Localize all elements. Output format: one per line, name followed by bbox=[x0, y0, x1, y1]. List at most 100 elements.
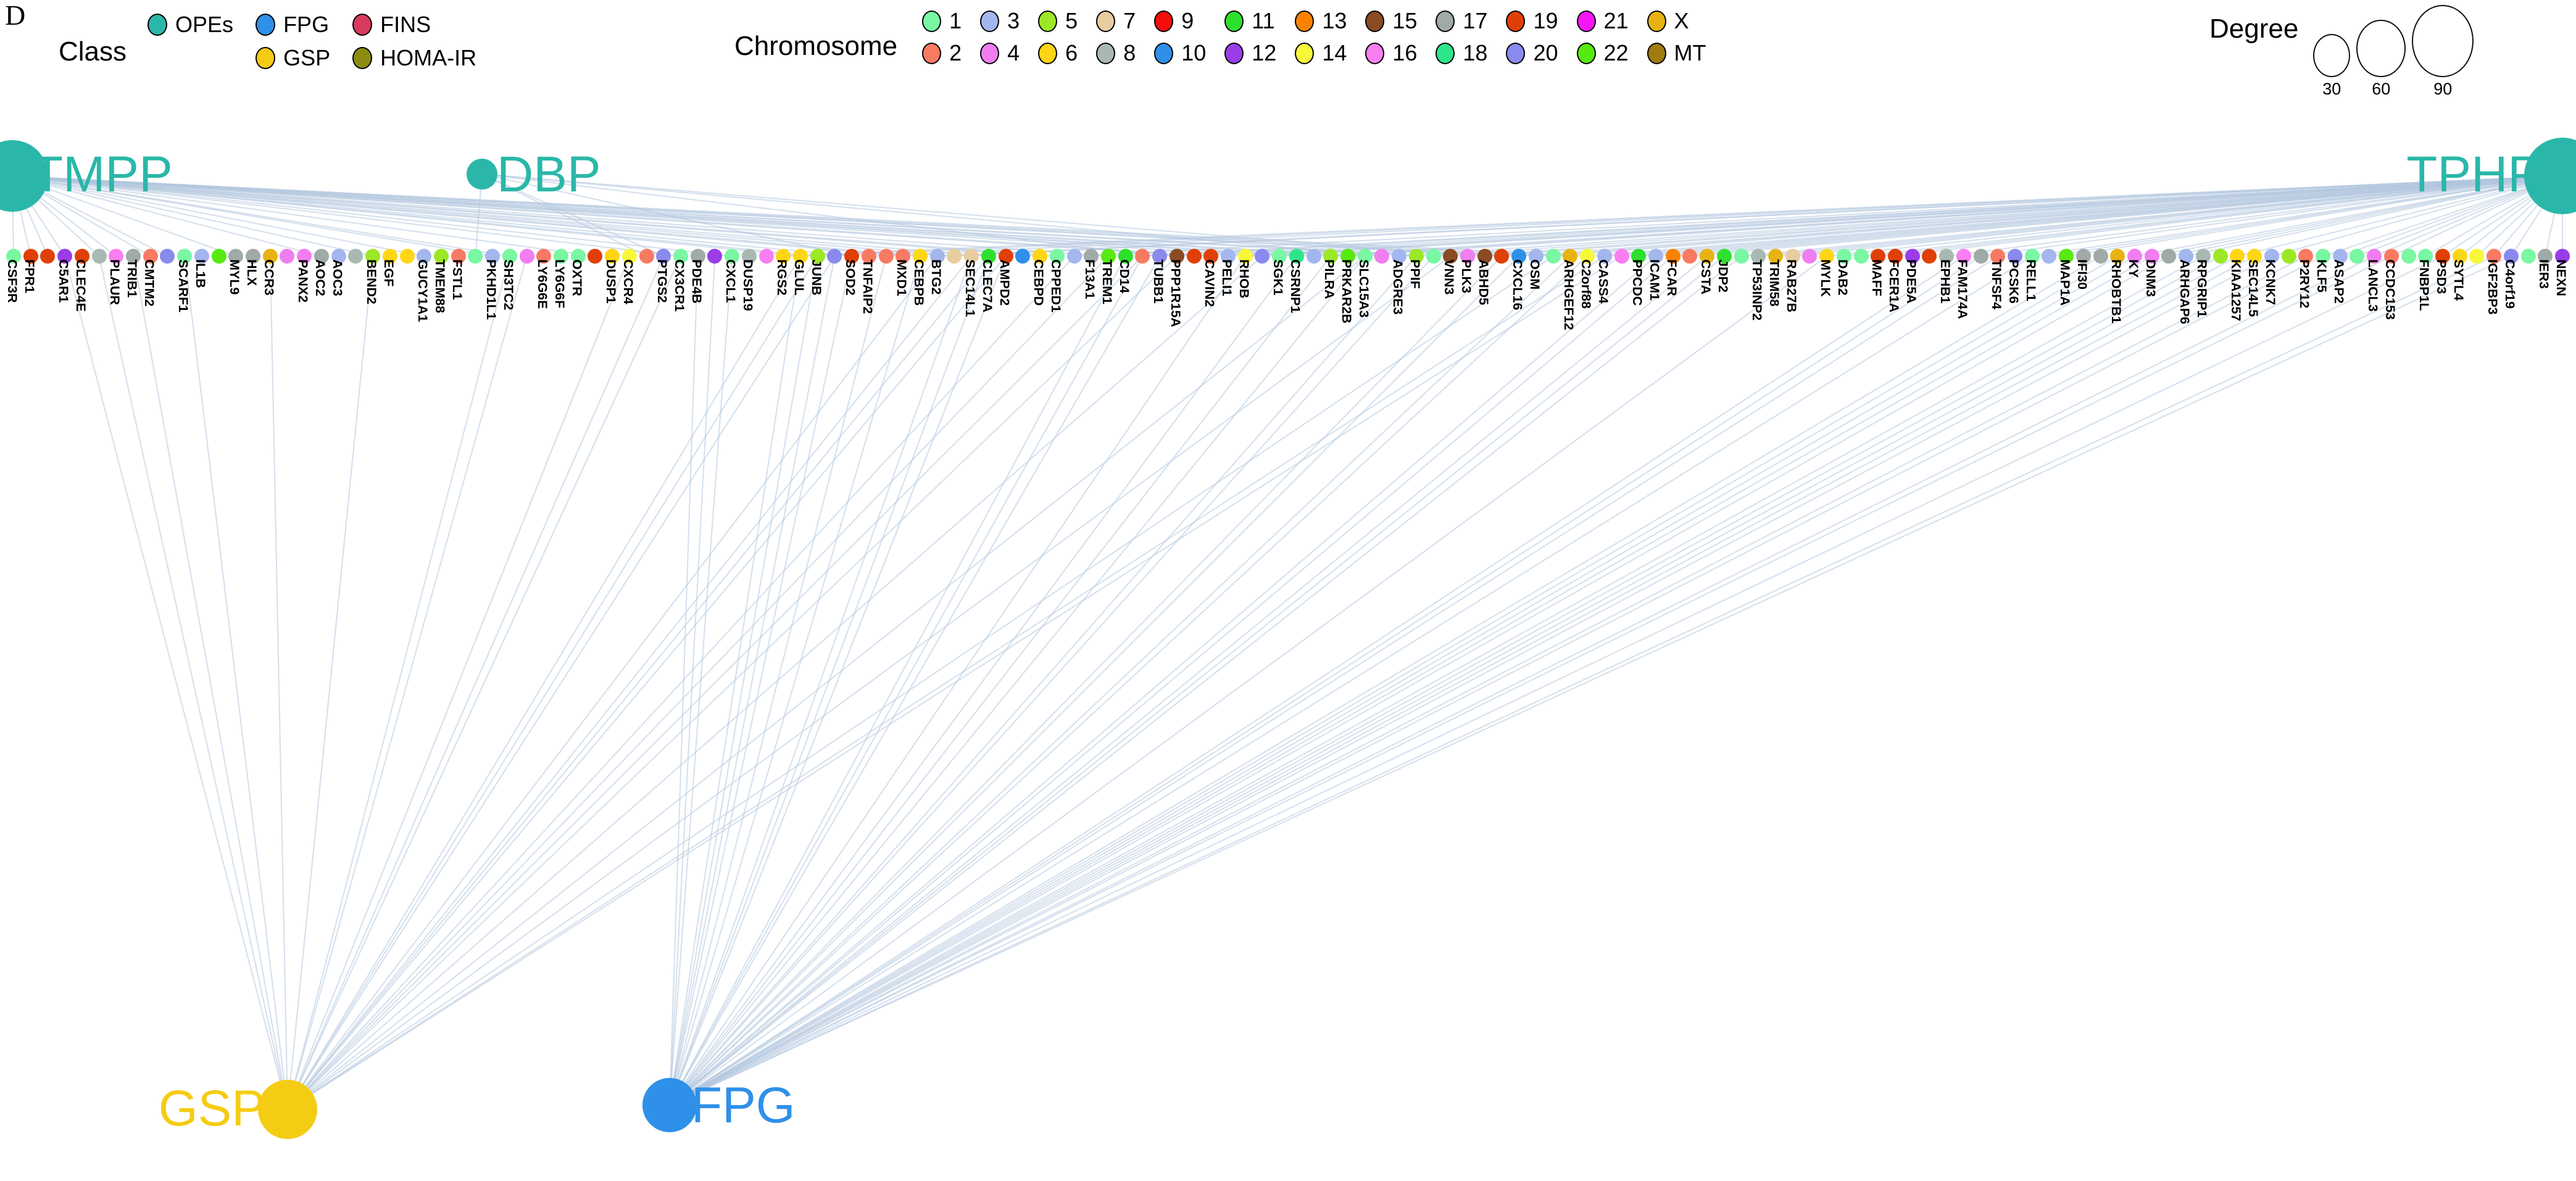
gene-node[interactable] bbox=[1802, 249, 1818, 264]
chromosome-legend-label: MT bbox=[1674, 40, 1706, 65]
gene-node[interactable] bbox=[947, 249, 962, 264]
gene-node[interactable] bbox=[1734, 249, 1749, 264]
gene-node[interactable] bbox=[519, 249, 534, 264]
class-swatch-fpg bbox=[256, 14, 276, 36]
chromosome-legend-item-4: 4 bbox=[980, 40, 1020, 66]
chromosome-legend-item-21: 21 bbox=[1576, 8, 1629, 34]
gene-node[interactable] bbox=[2350, 249, 2365, 264]
gene-label: C4orf19 bbox=[2502, 259, 2517, 309]
gene-label: CMTM2 bbox=[141, 259, 157, 307]
gene-node[interactable] bbox=[878, 249, 894, 264]
hub-node-fpg[interactable] bbox=[642, 1078, 697, 1132]
gene-node[interactable] bbox=[160, 249, 175, 264]
chromosome-legend-item-5: 5 bbox=[1038, 8, 1078, 34]
gene-node[interactable] bbox=[399, 249, 415, 264]
gene-label: IL1B bbox=[193, 259, 208, 288]
gene-node[interactable] bbox=[1922, 249, 1937, 264]
gene-node[interactable] bbox=[639, 249, 654, 264]
gene-node[interactable] bbox=[2093, 249, 2108, 264]
chromosome-swatch-10 bbox=[1154, 42, 1174, 64]
chromosome-swatch-MT bbox=[1647, 42, 1666, 64]
chromosome-legend-item-MT: MT bbox=[1647, 40, 1706, 66]
gene-node[interactable] bbox=[1682, 249, 1698, 264]
gene-node[interactable] bbox=[758, 249, 774, 264]
gene-node[interactable] bbox=[2042, 249, 2057, 264]
gene-node[interactable] bbox=[827, 249, 842, 264]
gene-label: OSM bbox=[1527, 259, 1542, 290]
hub-label-tmpp: TMPP bbox=[32, 146, 173, 202]
chromosome-legend-label: 7 bbox=[1123, 8, 1136, 33]
gene-label: RELL1 bbox=[2023, 259, 2038, 302]
chromosome-legend-label: 20 bbox=[1533, 40, 1558, 65]
gene-node[interactable] bbox=[1186, 249, 1202, 264]
gene-node[interactable] bbox=[2281, 249, 2296, 264]
gene-label: CSF3R bbox=[5, 259, 20, 303]
gene-node[interactable] bbox=[1545, 249, 1561, 264]
chromosome-legend-item-X: X bbox=[1647, 8, 1706, 34]
chromosome-legend-label: 11 bbox=[1252, 8, 1275, 33]
gene-label: CLEC7A bbox=[979, 259, 995, 313]
chromosome-legend-label: 10 bbox=[1181, 40, 1207, 65]
gene-node[interactable] bbox=[707, 249, 723, 264]
gene-label: PANX2 bbox=[296, 259, 311, 303]
gene-node[interactable] bbox=[2469, 249, 2485, 264]
gene-node[interactable] bbox=[468, 249, 483, 264]
gene-label: RAB27B bbox=[1784, 259, 1799, 313]
class-legend-label: GSP bbox=[283, 45, 331, 70]
gene-label: JUNB bbox=[808, 259, 824, 296]
gene-label: DAB2 bbox=[1835, 259, 1850, 296]
gene-node[interactable] bbox=[1973, 249, 1988, 264]
chromosome-swatch-17 bbox=[1435, 10, 1455, 32]
gene-node[interactable] bbox=[348, 249, 364, 264]
gene-node[interactable] bbox=[1494, 249, 1510, 264]
chromosome-legend-items: 1 2 3 4 5 6 7 8 9 10 11 12 13 14 15 16 17 18 19 20 21 22 X MT bbox=[922, 7, 1706, 67]
class-legend-items: OPEs FPG FINS GSP HOMA-IR bbox=[147, 11, 476, 72]
class-swatch-gsp bbox=[256, 47, 276, 69]
gene-label: PELI1 bbox=[1219, 259, 1234, 296]
class-legend-label: FPG bbox=[283, 12, 330, 37]
gene-node[interactable] bbox=[2520, 249, 2536, 264]
gene-node[interactable] bbox=[1255, 249, 1270, 264]
chromosome-swatch-21 bbox=[1576, 10, 1596, 32]
gene-label: IFI30 bbox=[2074, 259, 2090, 290]
gene-label: TRIB1 bbox=[125, 259, 140, 298]
gene-node[interactable] bbox=[1015, 249, 1031, 264]
gene-node[interactable] bbox=[1426, 249, 1441, 264]
chromosome-legend-label: 9 bbox=[1181, 8, 1194, 33]
chromosome-legend-title: Chromosome bbox=[734, 31, 898, 61]
gene-node[interactable] bbox=[588, 249, 603, 264]
chromosome-swatch-2 bbox=[922, 42, 942, 64]
gene-node[interactable] bbox=[1374, 249, 1390, 264]
gene-label: ASAP2 bbox=[2331, 259, 2346, 304]
gene-node[interactable] bbox=[2161, 249, 2177, 264]
gene-label: FPR1 bbox=[22, 259, 37, 293]
gene-label: CPPED1 bbox=[1048, 259, 1063, 313]
gene-label: ARHGAP6 bbox=[2177, 259, 2193, 325]
gene-label: MYLK bbox=[1818, 259, 1834, 297]
gene-label: TP53INP2 bbox=[1750, 259, 1765, 321]
chromosome-legend-item-14: 14 bbox=[1295, 40, 1347, 66]
hub-node-dbp[interactable] bbox=[467, 159, 497, 190]
gene-node[interactable] bbox=[1306, 249, 1321, 264]
chromosome-swatch-9 bbox=[1154, 10, 1174, 32]
gene-node[interactable] bbox=[91, 249, 107, 264]
hub-label-tphp: TPHP bbox=[2406, 146, 2541, 202]
gene-node[interactable] bbox=[2401, 249, 2416, 264]
chromosome-legend-label: 18 bbox=[1463, 40, 1488, 65]
gene-label: AOC3 bbox=[330, 259, 345, 296]
gene-label: TNFAIP2 bbox=[860, 259, 875, 314]
chromosome-legend-item-3: 3 bbox=[980, 8, 1020, 34]
class-legend-item-gsp: GSP bbox=[256, 45, 330, 71]
gene-node[interactable] bbox=[280, 249, 295, 264]
hub-node-gsp[interactable] bbox=[258, 1080, 317, 1139]
gene-node[interactable] bbox=[2212, 249, 2228, 264]
gene-node[interactable] bbox=[40, 249, 56, 264]
chromosome-swatch-16 bbox=[1365, 42, 1385, 64]
chromosome-legend-label: 4 bbox=[1007, 40, 1020, 65]
gene-node[interactable] bbox=[211, 249, 226, 264]
gene-node[interactable] bbox=[1135, 249, 1150, 264]
gene-node[interactable] bbox=[1614, 249, 1629, 264]
gene-label: RHOBTB1 bbox=[2109, 259, 2124, 323]
gene-node[interactable] bbox=[1066, 249, 1082, 264]
gene-node[interactable] bbox=[1853, 249, 1869, 264]
